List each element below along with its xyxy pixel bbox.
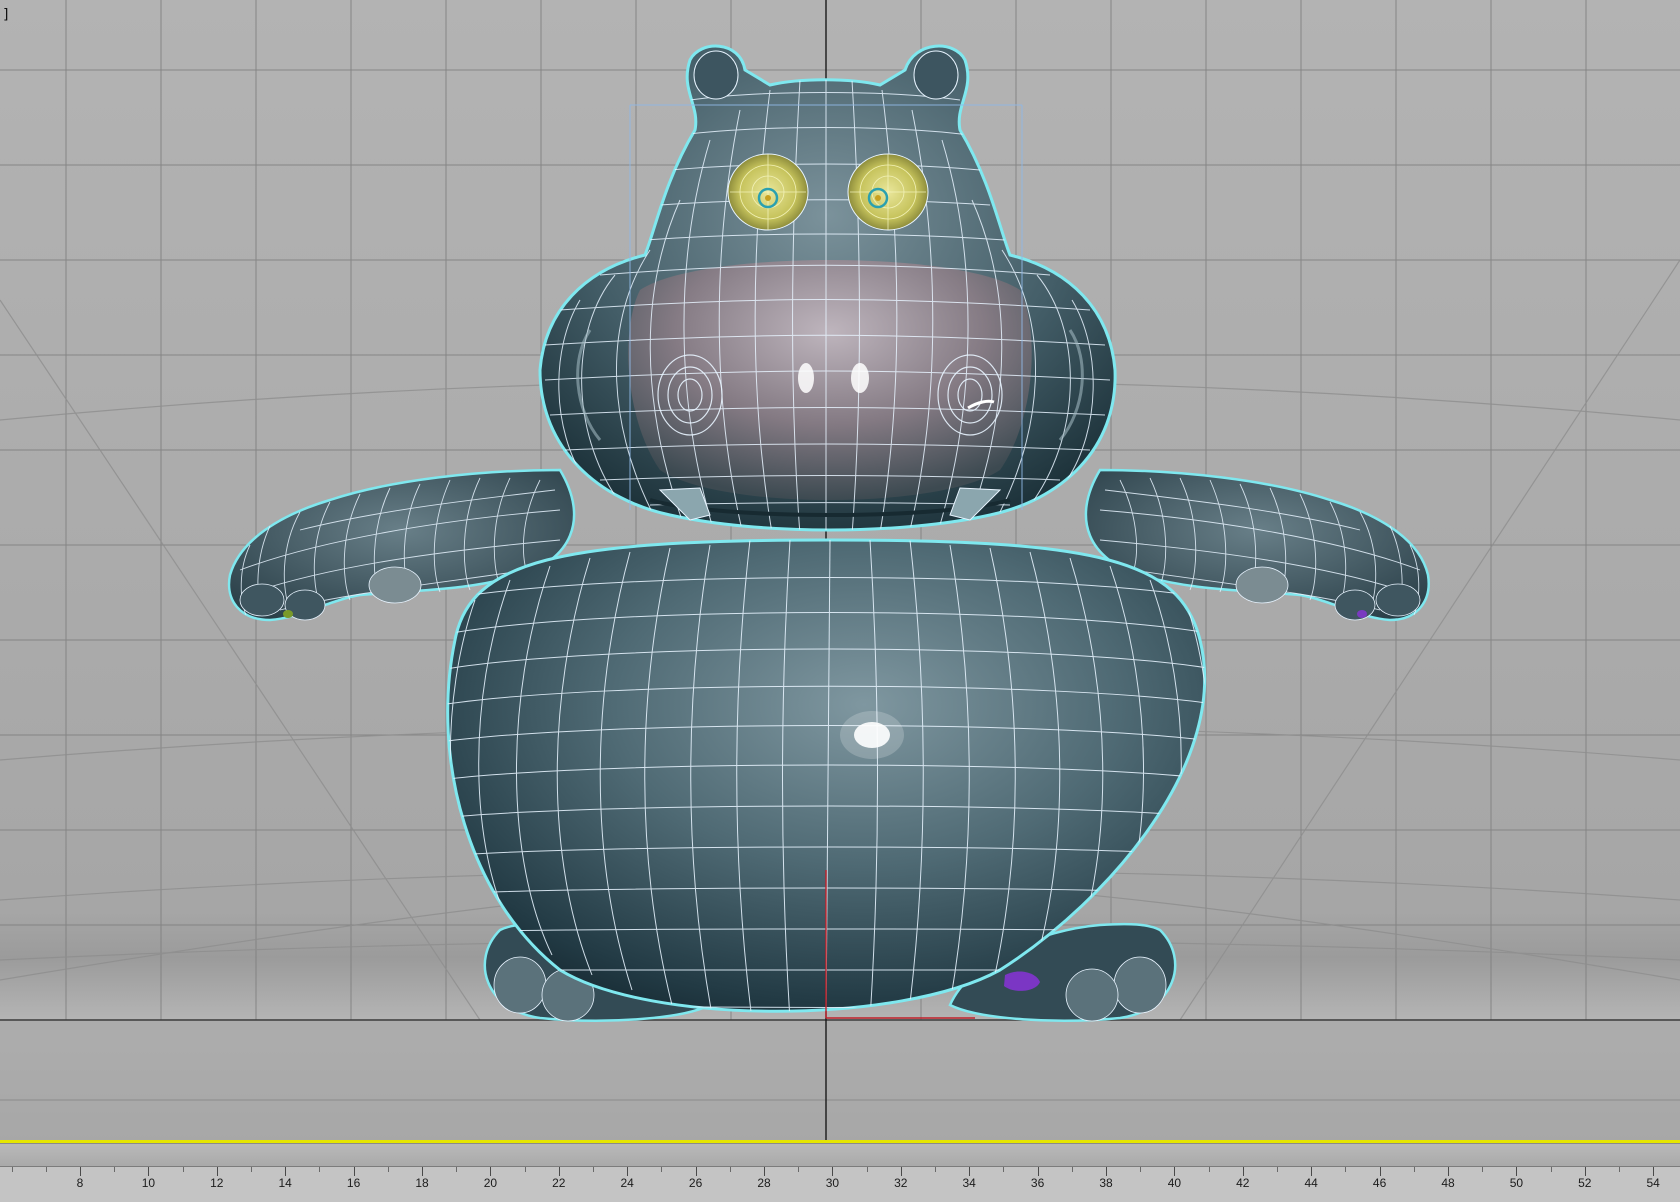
- perspective-viewport[interactable]: ]: [0, 0, 1680, 1140]
- ruler-major-tick: [216, 1167, 218, 1176]
- ruler-major-tick: [1037, 1167, 1039, 1176]
- ruler-minor-tick: [1208, 1167, 1210, 1172]
- ruler-frame-label: 18: [415, 1176, 429, 1190]
- ruler-major-tick: [900, 1167, 902, 1176]
- ruler-minor-tick: [1277, 1167, 1278, 1172]
- ruler-major-tick: [148, 1167, 150, 1176]
- ruler-minor-tick: [387, 1167, 389, 1172]
- viewport-label[interactable]: ]: [2, 8, 10, 22]
- ruler-minor-tick: [1482, 1167, 1484, 1172]
- ruler-frame-label: 8: [76, 1176, 84, 1190]
- ruler-major-tick: [1516, 1167, 1518, 1176]
- ruler-frame-label: 52: [1578, 1176, 1592, 1190]
- ruler-minor-tick: [251, 1167, 252, 1172]
- ruler-major-tick: [285, 1167, 287, 1176]
- ruler-major-tick: [80, 1167, 81, 1176]
- ruler-major-tick: [1584, 1167, 1586, 1176]
- ruler-minor-tick: [798, 1167, 800, 1172]
- ruler-major-tick: [1174, 1167, 1176, 1176]
- ruler-minor-tick: [114, 1167, 116, 1172]
- ruler-frame-label: 36: [1030, 1176, 1045, 1190]
- ruler-minor-tick: [1413, 1167, 1415, 1172]
- ruler-major-tick: [695, 1167, 697, 1176]
- ruler-major-tick: [490, 1167, 492, 1176]
- ruler-major-tick: [627, 1167, 629, 1176]
- ruler-minor-tick: [1345, 1167, 1347, 1172]
- ruler-frame-label: 48: [1441, 1176, 1455, 1190]
- ruler-minor-tick: [1140, 1167, 1142, 1172]
- ruler-frame-label: 42: [1236, 1176, 1250, 1190]
- ruler-minor-tick: [593, 1167, 594, 1172]
- ruler-minor-tick: [182, 1167, 184, 1172]
- ruler-frame-label: 32: [894, 1176, 908, 1190]
- ruler-frame-label: 24: [620, 1176, 634, 1190]
- ruler-major-tick: [969, 1167, 971, 1176]
- track-bar[interactable]: 8 10 12 14 16 18 20 22 24 26 28 30 32 34 36 38 40 42 44 46 4…: [0, 1143, 1680, 1202]
- ruler-minor-tick: [1071, 1167, 1073, 1172]
- ruler-minor-tick: [661, 1167, 663, 1172]
- ruler-frame-label: 22: [552, 1176, 566, 1190]
- ruler-minor-tick: [524, 1167, 526, 1172]
- ruler-major-tick: [422, 1167, 423, 1176]
- ruler-frame-label: 40: [1167, 1176, 1182, 1190]
- ruler-frame-label: 28: [757, 1176, 771, 1190]
- viewport-canvas[interactable]: [0, 0, 1680, 1140]
- ruler-major-tick: [1448, 1167, 1449, 1176]
- ruler-frame-label: 50: [1509, 1176, 1524, 1190]
- ruler-minor-tick: [1550, 1167, 1552, 1172]
- ruler-frame-label: 54: [1646, 1176, 1660, 1190]
- ruler-frame-label: 44: [1304, 1176, 1318, 1190]
- ruler-frame-label: 34: [962, 1176, 976, 1190]
- ruler-major-tick: [1242, 1167, 1244, 1176]
- ruler-minor-tick: [866, 1167, 868, 1172]
- ruler-frame-label: 20: [483, 1176, 498, 1190]
- ruler-major-tick: [353, 1167, 355, 1176]
- ruler-major-tick: [1379, 1167, 1381, 1176]
- frame-ruler[interactable]: 8 10 12 14 16 18 20 22 24 26 28 30 32 34 36 38 40 42 44 46 4…: [0, 1166, 1680, 1202]
- ruler-major-tick: [1653, 1167, 1655, 1176]
- ruler-frame-label: 30: [825, 1176, 840, 1190]
- ruler-major-tick: [558, 1167, 560, 1176]
- ruler-frame-label: 16: [346, 1176, 361, 1190]
- ruler-frame-label: 26: [688, 1176, 703, 1190]
- ruler-minor-tick: [1003, 1167, 1005, 1172]
- ruler-minor-tick: [729, 1167, 731, 1172]
- ruler-frame-label: 38: [1099, 1176, 1113, 1190]
- ruler-frame-label: 14: [278, 1176, 292, 1190]
- ruler-minor-tick: [46, 1167, 47, 1172]
- ruler-minor-tick: [319, 1167, 321, 1172]
- ruler-minor-tick: [456, 1167, 458, 1172]
- ruler-frame-label: 12: [210, 1176, 224, 1190]
- ruler-major-tick: [1106, 1167, 1107, 1176]
- ruler-frame-label: 10: [141, 1176, 156, 1190]
- ruler-major-tick: [764, 1167, 765, 1176]
- ruler-minor-tick: [935, 1167, 936, 1172]
- ruler-major-tick: [1311, 1167, 1313, 1176]
- ruler-minor-tick: [1619, 1167, 1620, 1172]
- ruler-frame-label: 46: [1372, 1176, 1387, 1190]
- ruler-minor-tick: [12, 1167, 13, 1172]
- ruler-major-tick: [832, 1167, 834, 1176]
